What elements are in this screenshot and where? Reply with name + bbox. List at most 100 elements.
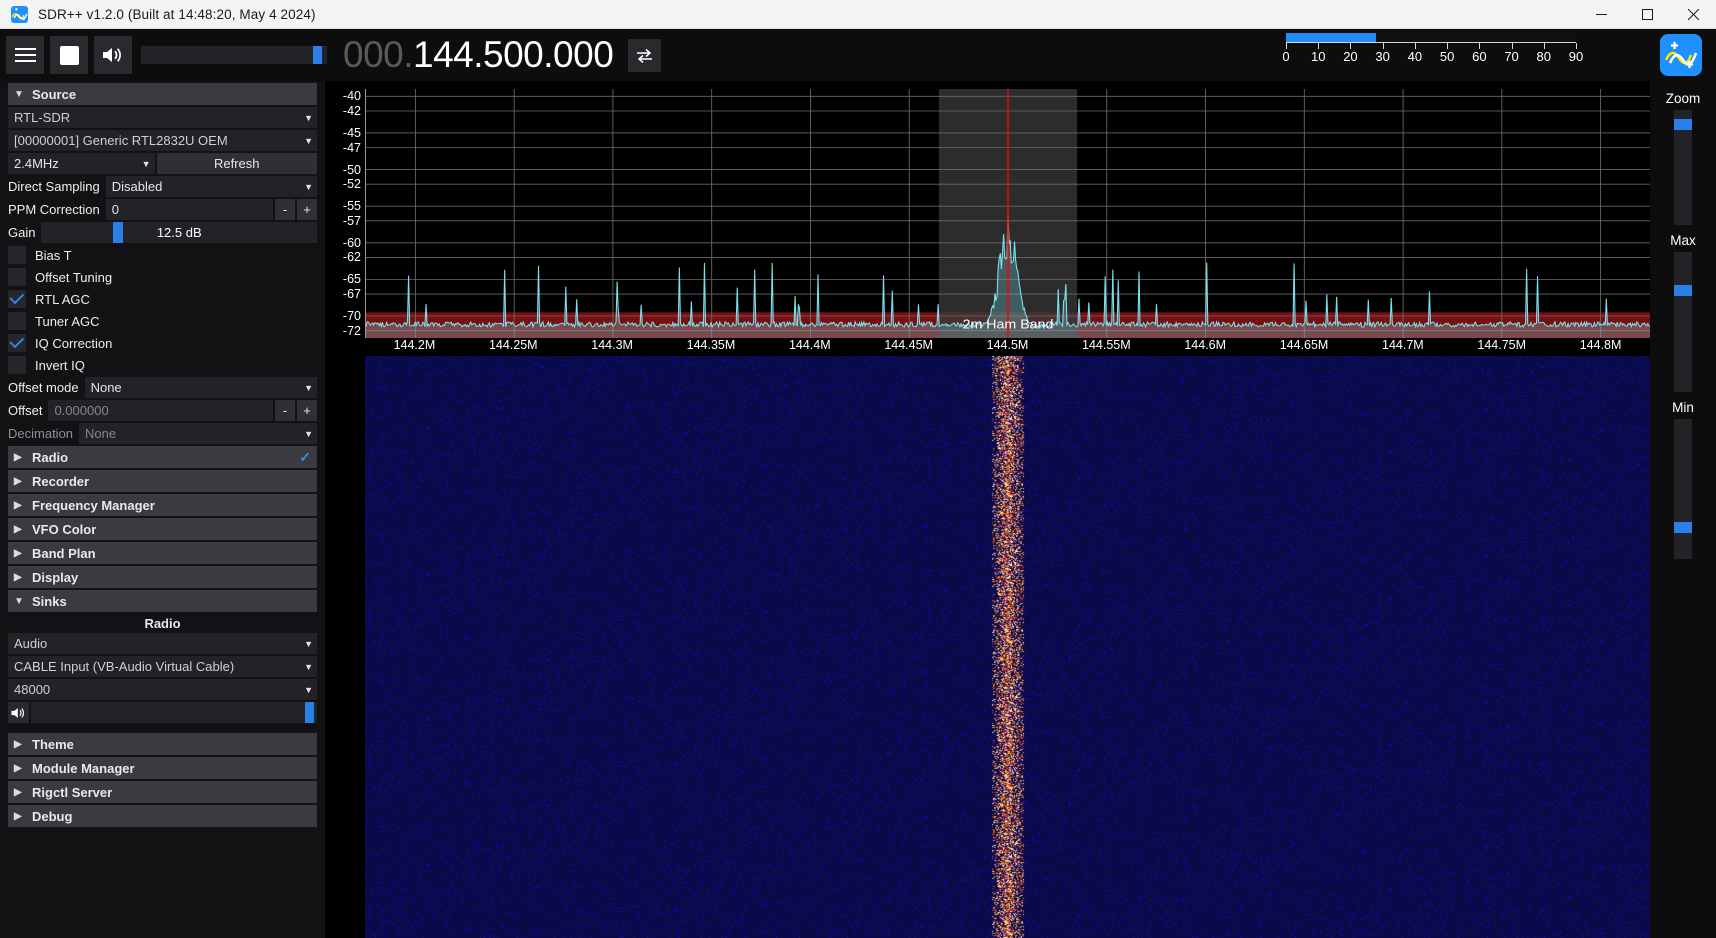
checkbox-bias-t[interactable]: Bias T	[8, 245, 317, 265]
y-tick-label: -72	[342, 323, 361, 338]
mute-button[interactable]	[94, 36, 132, 74]
sink-samplerate-select[interactable]: 48000 ▼	[8, 679, 317, 700]
section-label: Module Manager	[32, 760, 135, 776]
stop-button[interactable]	[50, 36, 88, 74]
sidebar-section-debug[interactable]: Debug	[8, 805, 317, 827]
offset-input[interactable]: 0.000000	[48, 400, 273, 421]
y-tick-label: -55	[342, 199, 361, 214]
sample-rate-value: 2.4MHz	[14, 156, 59, 171]
section-label: Frequency Manager	[32, 497, 155, 513]
checkbox-tuner-agc[interactable]: Tuner AGC	[8, 311, 317, 331]
offset-row: Offset 0.000000 - +	[8, 400, 317, 421]
checkbox-box[interactable]	[8, 334, 26, 352]
min-slider-knob[interactable]	[1674, 521, 1692, 533]
volume-slider[interactable]	[141, 46, 327, 64]
gain-slider[interactable]: 12.5 dB	[41, 222, 317, 243]
checkbox-label: Bias T	[35, 247, 72, 263]
spectrum-trace-svg: 2m Ham Band	[366, 89, 1650, 338]
sidebar-section-sinks[interactable]: Sinks	[8, 590, 317, 612]
sidebar-section-rigctl-server[interactable]: Rigctl Server	[8, 781, 317, 803]
gain-row: Gain 12.5 dB	[8, 222, 317, 243]
checkbox-invert-iq[interactable]: Invert IQ	[8, 355, 317, 375]
enabled-check-icon[interactable]: ✓	[299, 449, 311, 466]
max-label: Max	[1670, 233, 1696, 248]
sink-device-select[interactable]: CABLE Input (VB-Audio Virtual Cable) ▼	[8, 656, 317, 677]
x-tick-label: 144.7M	[1382, 338, 1424, 352]
sidebar-section-theme[interactable]: Theme	[8, 733, 317, 755]
source-type-select[interactable]: RTL-SDR ▼	[8, 107, 317, 128]
sdrpp-logo-button[interactable]	[1660, 34, 1702, 76]
swap-button[interactable]	[628, 38, 662, 72]
sidebar-section-band-plan[interactable]: Band Plan	[8, 542, 317, 564]
checkbox-box[interactable]	[8, 268, 26, 286]
sample-rate-row: 2.4MHz ▼ Refresh	[8, 153, 317, 174]
meter-tick-label: 50	[1439, 49, 1455, 64]
decimation-select[interactable]: None ▼	[79, 423, 317, 444]
checkbox-box[interactable]	[8, 356, 26, 374]
minimize-button[interactable]	[1578, 0, 1624, 29]
refresh-button[interactable]: Refresh	[156, 153, 317, 174]
y-tick-label: -50	[342, 162, 361, 177]
max-slider[interactable]	[1674, 252, 1692, 392]
offset-label: Offset	[8, 403, 43, 418]
ppm-correction-label: PPM Correction	[8, 202, 100, 217]
ppm-decrement-button[interactable]: -	[275, 199, 295, 220]
spectrum-y-axis: -40 -42 -45 -47 -50 -52 -55 -57 -60 -62 -65 -67 -70-…	[325, 81, 365, 356]
checkbox-box[interactable]	[8, 290, 26, 308]
gain-slider-knob[interactable]	[113, 222, 124, 243]
frequency-display[interactable]: 000.144.500.000	[343, 34, 614, 76]
offset-mode-select[interactable]: None ▼	[84, 377, 317, 398]
sink-type-select[interactable]: Audio ▼	[8, 633, 317, 654]
checkbox-box[interactable]	[8, 246, 26, 264]
y-tick-label: -52	[342, 177, 361, 192]
title-bar: SDR++ v1.2.0 (Built at 14:48:20, May 4 2…	[0, 0, 1716, 29]
zoom-slider[interactable]	[1674, 110, 1692, 225]
chevron-down-icon: ▼	[304, 382, 313, 393]
spectrum-waterfall-area[interactable]: -40 -42 -45 -47 -50 -52 -55 -57 -60 -62 -65 -67 -70-…	[325, 81, 1650, 938]
section-label: Rigctl Server	[32, 784, 113, 800]
min-slider[interactable]	[1674, 419, 1692, 559]
sidebar-section-vfo-color[interactable]: VFO Color	[8, 518, 317, 540]
checkbox-rtl-agc[interactable]: RTL AGC	[8, 289, 317, 309]
checkbox-box[interactable]	[8, 312, 26, 330]
close-button[interactable]	[1670, 0, 1716, 29]
offset-mode-label: Offset mode	[8, 380, 79, 395]
offset-increment-button[interactable]: +	[297, 400, 317, 421]
sample-rate-select[interactable]: 2.4MHz ▼	[8, 153, 155, 174]
direct-sampling-select[interactable]: Disabled ▼	[105, 176, 317, 197]
checkbox-iq-correction[interactable]: IQ Correction	[8, 333, 317, 353]
frequency-leading-zeros: 000.	[343, 34, 414, 75]
waterfall-display[interactable]	[365, 356, 1650, 938]
sidebar-section-recorder[interactable]: Recorder	[8, 470, 317, 492]
sink-volume-slider[interactable]	[31, 702, 317, 723]
volume-slider-knob[interactable]	[313, 46, 322, 64]
max-slider-knob[interactable]	[1674, 284, 1692, 296]
sink-volume-slider-knob[interactable]	[305, 702, 314, 723]
hamburger-menu-icon[interactable]	[6, 36, 44, 74]
right-control-bar: Zoom Max Min	[1650, 81, 1716, 938]
chevron-right-icon	[14, 787, 28, 798]
ppm-increment-button[interactable]: +	[297, 199, 317, 220]
chevron-down-icon: ▼	[304, 638, 313, 649]
maximize-button[interactable]	[1624, 0, 1670, 29]
spectrum-plot[interactable]: 2m Ham Band	[365, 89, 1650, 338]
checkbox-offset-tuning[interactable]: Offset Tuning	[8, 267, 317, 287]
offset-decrement-button[interactable]: -	[275, 400, 295, 421]
spectrum-analyzer[interactable]: -40 -42 -45 -47 -50 -52 -55 -57 -60 -62 -65 -67 -70-…	[325, 81, 1650, 356]
sidebar-section-radio[interactable]: Radio ✓	[8, 446, 317, 468]
sink-mute-button[interactable]	[8, 702, 29, 723]
chevron-right-icon	[14, 500, 28, 511]
section-label: Theme	[32, 736, 74, 752]
x-tick-label: 144.6M	[1184, 338, 1227, 352]
source-device-select[interactable]: [00000001] Generic RTL2832U OEM ▼	[8, 130, 317, 151]
decimation-label: Decimation	[8, 426, 74, 441]
sidebar-section-source[interactable]: Source	[8, 83, 317, 105]
chevron-down-icon: ▼	[304, 135, 313, 146]
sidebar-section-display[interactable]: Display	[8, 566, 317, 588]
checkbox-label: Invert IQ	[35, 357, 85, 373]
zoom-slider-knob[interactable]	[1674, 118, 1692, 130]
sidebar-section-frequency-manager[interactable]: Frequency Manager	[8, 494, 317, 516]
ppm-correction-input[interactable]: 0	[105, 199, 273, 220]
x-tick-label: 144.4M	[788, 338, 831, 352]
sidebar-section-module-manager[interactable]: Module Manager	[8, 757, 317, 779]
